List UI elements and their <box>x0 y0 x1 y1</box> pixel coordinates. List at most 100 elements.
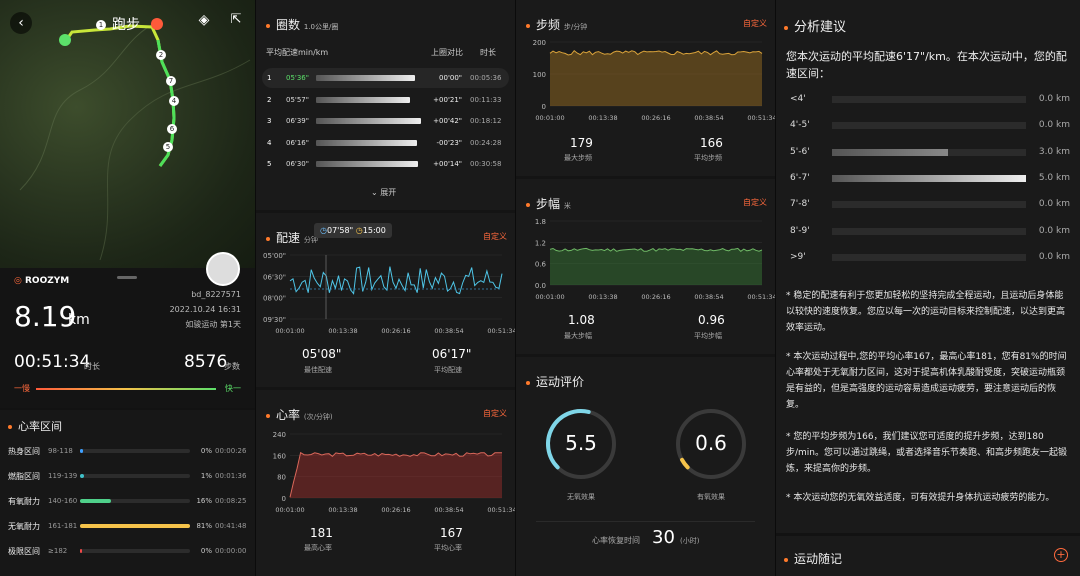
notes-title: 运动随记 <box>784 550 842 567</box>
pace-custom-link[interactable]: 自定义 <box>483 231 507 242</box>
km-marker: 5 <box>163 142 173 152</box>
lap-number: 3 <box>267 117 272 125</box>
col-compare: 上圈对比 <box>431 48 463 57</box>
best-pace-value: 05'08" <box>302 347 342 361</box>
hr-zone-time: 00:00:26 <box>215 447 247 455</box>
lap-pace: 06'39" <box>286 117 309 125</box>
brand-logo: ◎ ROOZYM <box>14 276 70 286</box>
cadence-title: 步频 步/分钟 <box>526 16 587 33</box>
gauge-fill <box>680 457 690 470</box>
advice-cadence: * 您的平均步频为166，我们建议您可适度的提升步频，达到180步/min。您可… <box>786 432 1068 474</box>
x-tick-label: 00:01:00 <box>275 506 304 514</box>
pace-chart[interactable]: 05'00" 06'30" 08'00" 09'30" 00:01:00 00:13:38… <box>256 249 515 345</box>
summary-card: ◎ ROOZYM bd_8227571 2022.10.24 16:31 如骏运… <box>0 252 255 408</box>
drag-handle[interactable] <box>117 276 137 279</box>
start-marker <box>59 34 71 46</box>
evaluation-title: 运动评价 <box>526 373 584 390</box>
lap-compare: +00'42" <box>433 117 462 125</box>
lap-time: 00:30:58 <box>470 160 502 168</box>
hr-zone-range: 119-139 <box>48 472 78 480</box>
x-tick-label: 00:51:34 <box>487 506 515 514</box>
lap-time: 00:11:33 <box>470 95 502 104</box>
km-marker: 2 <box>156 50 166 60</box>
pace-zone-value: 0.0 km <box>1038 199 1070 210</box>
activity-subtitle: 如骏运动 第1天 <box>185 320 241 329</box>
hr-zone-range: 161-181 <box>48 522 78 530</box>
notes-card[interactable]: 运动随记 + <box>776 536 1080 576</box>
cadence-stride-eval-panel: 步频 步/分钟 自定义 200 100 0 00:01:00 00:13:38 00:26… <box>516 0 775 576</box>
hr-zone-time: 00:01:36 <box>215 472 247 480</box>
y-tick-label: 09'30" <box>263 316 286 324</box>
lap-bar <box>316 96 410 103</box>
lap-pace: 06'30" <box>286 160 309 168</box>
x-tick-label: 00:13:38 <box>588 114 617 122</box>
analysis-panel: 分析建议 您本次运动的平均配速6'17"/km。在本次运动中，您的配速区间： <… <box>776 0 1080 576</box>
pace-zone-bar <box>832 148 949 156</box>
pace-card: 配速 分钟 ◷07'58" ◷15:00 自定义 05'00" 06'30" 08'… <box>256 213 515 387</box>
lap-bar <box>316 118 421 124</box>
y-tick-label: 0 <box>542 103 546 111</box>
pace-zone-value: 5.0 km <box>1038 172 1070 183</box>
pace-zone-label: 6'-7' <box>790 172 810 183</box>
x-tick-label: 00:38:54 <box>434 506 463 514</box>
cadence-chart[interactable]: 200 100 0 00:01:00 00:13:38 00:26:16 00:38:54 0… <box>516 36 775 128</box>
heart-rate-title: 心率 (次/分钟) <box>266 406 333 423</box>
pace-zone-track <box>832 227 1026 235</box>
heart-custom-link[interactable]: 自定义 <box>483 408 507 419</box>
back-icon[interactable]: ‹ <box>10 12 32 34</box>
km-marker: 7 <box>166 76 176 86</box>
x-tick-label: 00:26:16 <box>641 114 670 122</box>
pace-zone-track <box>832 96 1026 103</box>
stride-custom-link[interactable]: 自定义 <box>743 197 767 208</box>
pace-tooltip: ◷07'58" ◷15:00 <box>314 223 392 238</box>
anaerobic-value: 5.5 <box>565 431 597 455</box>
series-area <box>290 452 502 498</box>
share-icon[interactable]: ⇱ <box>226 12 246 32</box>
run-summary-panel: ‹ 跑步 ◈ ⇱ 1 2 7 4 6 5 ◎ ROOZYM bd_8227571… <box>0 0 255 576</box>
col-time: 时长 <box>480 48 496 57</box>
hr-zone-time: 00:08:25 <box>215 497 247 505</box>
add-note-icon[interactable]: + <box>1054 548 1068 562</box>
pace-zone-label: 8'-9' <box>790 225 810 236</box>
km-marker: 4 <box>169 96 179 106</box>
pace-zone-value: 0.0 km <box>1038 225 1070 236</box>
x-tick-label: 00:01:00 <box>535 114 564 122</box>
layers-icon[interactable]: ◈ <box>194 12 214 32</box>
steps-label: 步数 <box>224 362 240 371</box>
km-marker: 6 <box>167 124 177 134</box>
y-tick-label: 0.6 <box>535 261 547 269</box>
hr-zone-range: 140-160 <box>48 497 78 505</box>
hr-zone-percent: 0% <box>200 447 212 455</box>
col-pace: 平均配速min/km <box>266 48 329 57</box>
max-cadence-label: 最大步频 <box>564 154 592 162</box>
lap-compare: -00'23" <box>436 138 462 147</box>
hr-zone-time: 00:00:00 <box>215 547 247 555</box>
lap-bar <box>316 75 415 81</box>
y-tick-label: 06'30" <box>263 273 286 281</box>
hr-zone-card: 心率区间 热身区间 98-118 0% 00:00:26 燃脂区间 119-139 1% 00… <box>0 410 255 576</box>
evaluation-card: 运动评价 5.5 无氧效果 0.6 有氧效果 心率恢复时间 30 (小时) <box>516 357 775 576</box>
heart-rate-chart[interactable]: 240 160 80 0 00:01:00 00:13:38 00:26:16 00:38:5… <box>256 428 515 520</box>
y-tick-label: 240 <box>273 431 286 439</box>
lap-bar <box>316 161 419 167</box>
max-stride-label: 最大步幅 <box>564 332 592 340</box>
y-tick-label: 0.0 <box>535 282 546 290</box>
advice-heart-rate: * 本次运动过程中,您的平均心率167，最高心率181，您有81%的时间心率都处… <box>786 352 1067 410</box>
avatar[interactable] <box>206 252 240 286</box>
hr-zone-range: ≥182 <box>48 547 68 555</box>
y-tick-label: 05'00" <box>263 252 286 260</box>
username: bd_8227571 <box>191 290 241 299</box>
lap-number: 4 <box>267 138 272 147</box>
distance-unit: km <box>68 312 90 328</box>
slow-label: 一慢 <box>14 384 30 393</box>
expand-button[interactable]: ⌄ 展开 <box>371 187 396 198</box>
pace-zone-track <box>832 253 1026 261</box>
hr-zone-percent: 16% <box>196 497 212 505</box>
x-tick-label: 00:38:54 <box>694 114 723 122</box>
x-tick-label: 00:26:16 <box>381 327 410 335</box>
stride-chart[interactable]: 1.8 1.2 0.6 0.0 00:01:00 00:13:38 00:26:16 00:3… <box>516 215 775 307</box>
hr-zone-name: 无氧耐力 <box>8 522 40 531</box>
cadence-custom-link[interactable]: 自定义 <box>743 18 767 29</box>
route-map-overlay <box>19 18 251 261</box>
y-tick-label: 08'00" <box>263 295 286 303</box>
